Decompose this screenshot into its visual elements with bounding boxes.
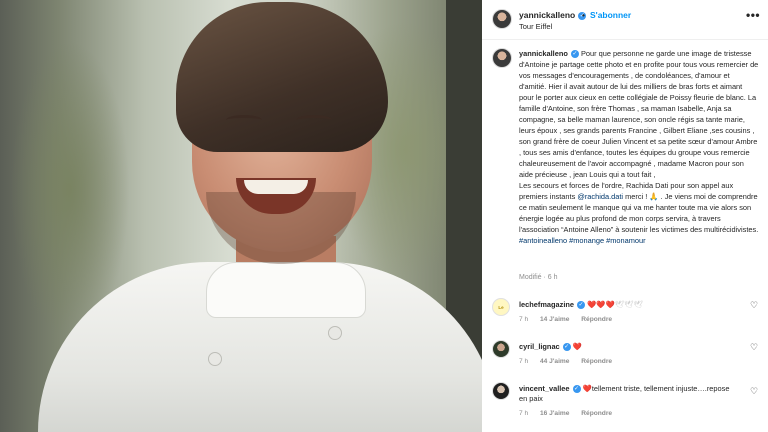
jacket-button — [208, 352, 222, 366]
reply-button[interactable]: Répondre — [581, 358, 612, 365]
comment-item: Le Chef lechefmagazine✓ ❤️❤️❤️🕊🕊🕊 7 h 14… — [482, 298, 768, 338]
comment-meta: 7 h 44 J'aime Répondre — [519, 358, 622, 365]
comment-likes[interactable]: 14 J'aime — [540, 316, 569, 323]
post-caption: yannickalleno ✓ Pour que personne ne gard… — [519, 48, 759, 246]
verified-badge-icon: ✓ — [577, 301, 586, 310]
commenter-avatar[interactable] — [492, 382, 510, 400]
heart-emoji-icon: ❤️ — [572, 342, 582, 351]
username-text[interactable]: yannickalleno — [519, 10, 575, 20]
heart-emoji-icon: ❤️ — [582, 384, 592, 393]
comment-meta: 7 h 14 J'aime Répondre — [519, 316, 622, 323]
location-link[interactable]: Tour Eiffel — [519, 22, 552, 31]
comment-time: 7 h — [519, 358, 529, 365]
commenter-avatar[interactable] — [492, 340, 510, 358]
comment-body: lechefmagazine ✓ ❤️❤️❤️🕊🕊🕊 — [519, 300, 734, 310]
comment-likes[interactable]: 44 J'aime — [540, 358, 569, 365]
commenter-avatar[interactable]: Le Chef — [492, 298, 510, 316]
jacket-button — [328, 326, 342, 340]
reply-button[interactable]: Répondre — [581, 316, 612, 323]
comment-item: vincent_vallee ✓ ❤️tellement triste, tell… — [482, 382, 768, 430]
jacket-collar — [206, 262, 366, 318]
author-username[interactable]: yannickalleno ✓ — [519, 10, 587, 20]
comment-body: vincent_vallee ✓ ❤️tellement triste, tell… — [519, 384, 734, 404]
post-photo[interactable] — [0, 0, 482, 432]
comment-item: cyril_lignac ✓ ❤️ 7 h 44 J'aime Répondre … — [482, 340, 768, 380]
teeth — [244, 180, 308, 194]
comment-time: 7 h — [519, 316, 529, 323]
comment-time: 7 h — [519, 410, 529, 417]
dove-emoji-icon: 🕊🕊🕊 — [614, 300, 643, 309]
mention-link[interactable]: @rachida.dati — [577, 192, 623, 201]
like-heart-icon[interactable]: ♡ — [750, 300, 758, 311]
commenter-username[interactable]: lechefmagazine — [519, 300, 574, 309]
like-heart-icon[interactable]: ♡ — [750, 342, 758, 353]
verified-badge-icon: ✓ — [562, 343, 571, 352]
hashtags-link[interactable]: #antoinealleno #monange #monamour — [519, 236, 646, 245]
reply-button[interactable]: Répondre — [581, 410, 612, 417]
author-avatar[interactable] — [492, 9, 512, 29]
more-options-icon[interactable]: ••• — [746, 8, 760, 22]
heart-emoji-icon: ❤️❤️❤️ — [587, 300, 615, 309]
caption-text: Pour que personne ne garde une image de … — [519, 49, 759, 179]
like-heart-icon[interactable]: ♡ — [750, 386, 758, 397]
post-side-panel: yannickalleno ✓ • S'abonner Tour Eiffel •… — [482, 0, 768, 432]
verified-badge-icon: ✓ — [572, 385, 581, 394]
comment-likes[interactable]: 16 J'aime — [540, 410, 569, 417]
caption-username[interactable]: yannickalleno — [519, 49, 568, 58]
post-header: yannickalleno ✓ • S'abonner Tour Eiffel •… — [482, 0, 768, 40]
verified-badge-icon: ✓ — [570, 50, 579, 59]
follow-button[interactable]: S'abonner — [590, 10, 631, 20]
comment-meta: 7 h 16 J'aime Répondre — [519, 410, 622, 417]
commenter-username[interactable]: vincent_vallee — [519, 384, 570, 393]
edited-timestamp: Modifié · 6 h — [519, 274, 558, 281]
eye — [296, 115, 332, 125]
commenter-username[interactable]: cyril_lignac — [519, 342, 560, 351]
comment-body: cyril_lignac ✓ ❤️ — [519, 342, 734, 352]
caption-author-avatar[interactable] — [492, 48, 512, 68]
separator-dot: • — [582, 10, 585, 20]
eye — [226, 115, 262, 125]
